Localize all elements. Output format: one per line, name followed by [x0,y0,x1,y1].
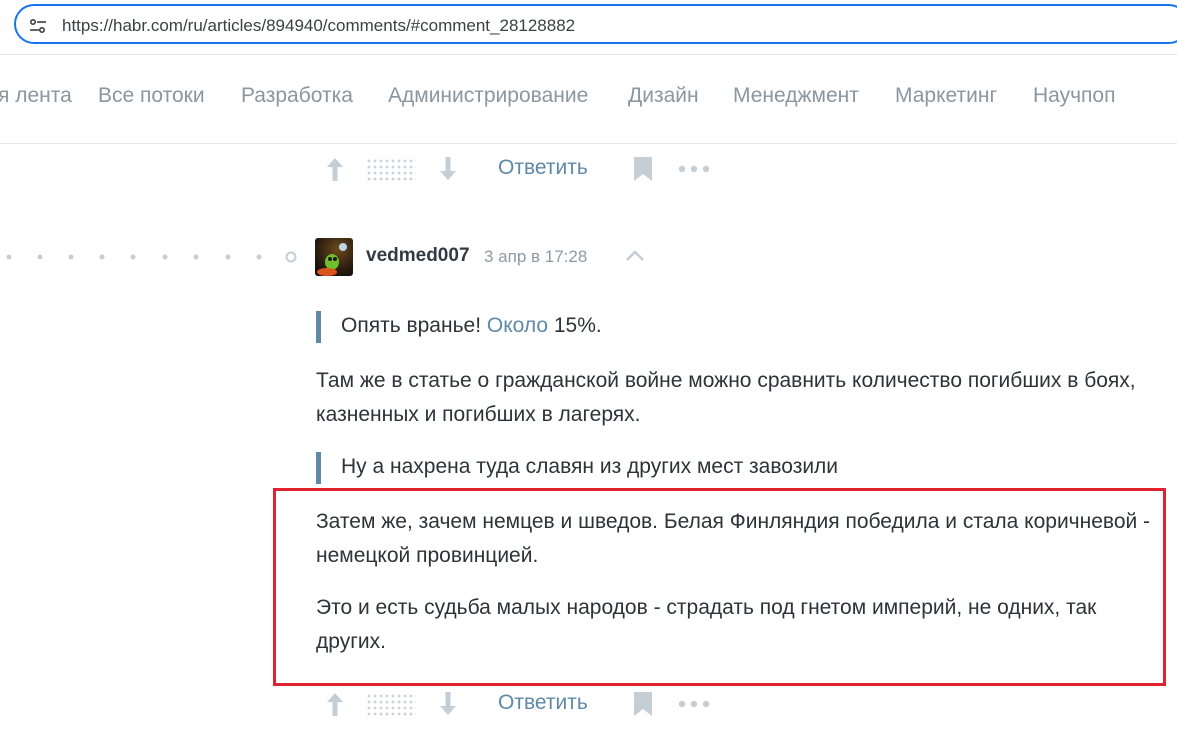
url-text[interactable]: https://habr.com/ru/articles/894940/comm… [62,16,575,36]
site-settings-icon[interactable] [28,16,48,36]
comment-quote-2: Ну а нахрена туда славян из других мест … [316,452,838,484]
comment-actions: Ответить [320,683,740,723]
arrow-up-icon[interactable] [320,154,350,184]
toolbar-divider [0,54,1177,55]
nav-item-administration[interactable]: Администрирование [388,84,588,108]
reply-button[interactable]: Ответить [498,691,588,715]
bookmark-icon[interactable] [632,156,654,182]
thread-depth-indicator [6,251,297,263]
rating-placeholder [366,693,416,717]
arrow-up-icon[interactable] [320,689,350,719]
bookmark-icon[interactable] [632,691,654,717]
nav-item-popsci[interactable]: Научпоп [1033,84,1115,108]
nav-item-marketing[interactable]: Маркетинг [895,84,997,108]
arrow-down-icon[interactable] [433,689,463,719]
comment-timestamp[interactable]: 3 апр в 17:28 [484,247,587,267]
quote-link[interactable]: Около [487,314,548,337]
arrow-down-icon[interactable] [433,154,463,184]
quote-text: Опять вранье! [341,314,487,337]
nav-item-all-streams[interactable]: Все потоки [98,84,205,108]
chevron-up-icon[interactable] [624,247,646,265]
highlight-box [273,488,1166,686]
comment-paragraph-1: Там же в статье о гражданской войне можн… [316,369,1136,426]
nav-divider [0,143,1177,144]
avatar[interactable] [315,238,353,276]
nav-item-development[interactable]: Разработка [241,84,353,108]
reply-button[interactable]: Ответить [498,156,588,180]
more-dots-icon[interactable] [678,699,710,709]
more-dots-icon[interactable] [678,164,710,174]
nav-item-management[interactable]: Менеджмент [733,84,859,108]
nav-item-my-feed[interactable]: я лента [0,84,72,108]
rating-placeholder [366,158,416,182]
comment-author[interactable]: vedmed007 [366,245,470,267]
comment-actions-previous: Ответить [320,148,740,188]
quote-text: 15%. [548,314,602,337]
quote-text: Ну а нахрена туда славян из других мест … [341,455,839,478]
comment-quote-1: Опять вранье! Около 15%. [316,311,602,343]
nav-item-design[interactable]: Дизайн [628,84,699,108]
address-bar[interactable]: https://habr.com/ru/articles/894940/comm… [14,4,1177,44]
